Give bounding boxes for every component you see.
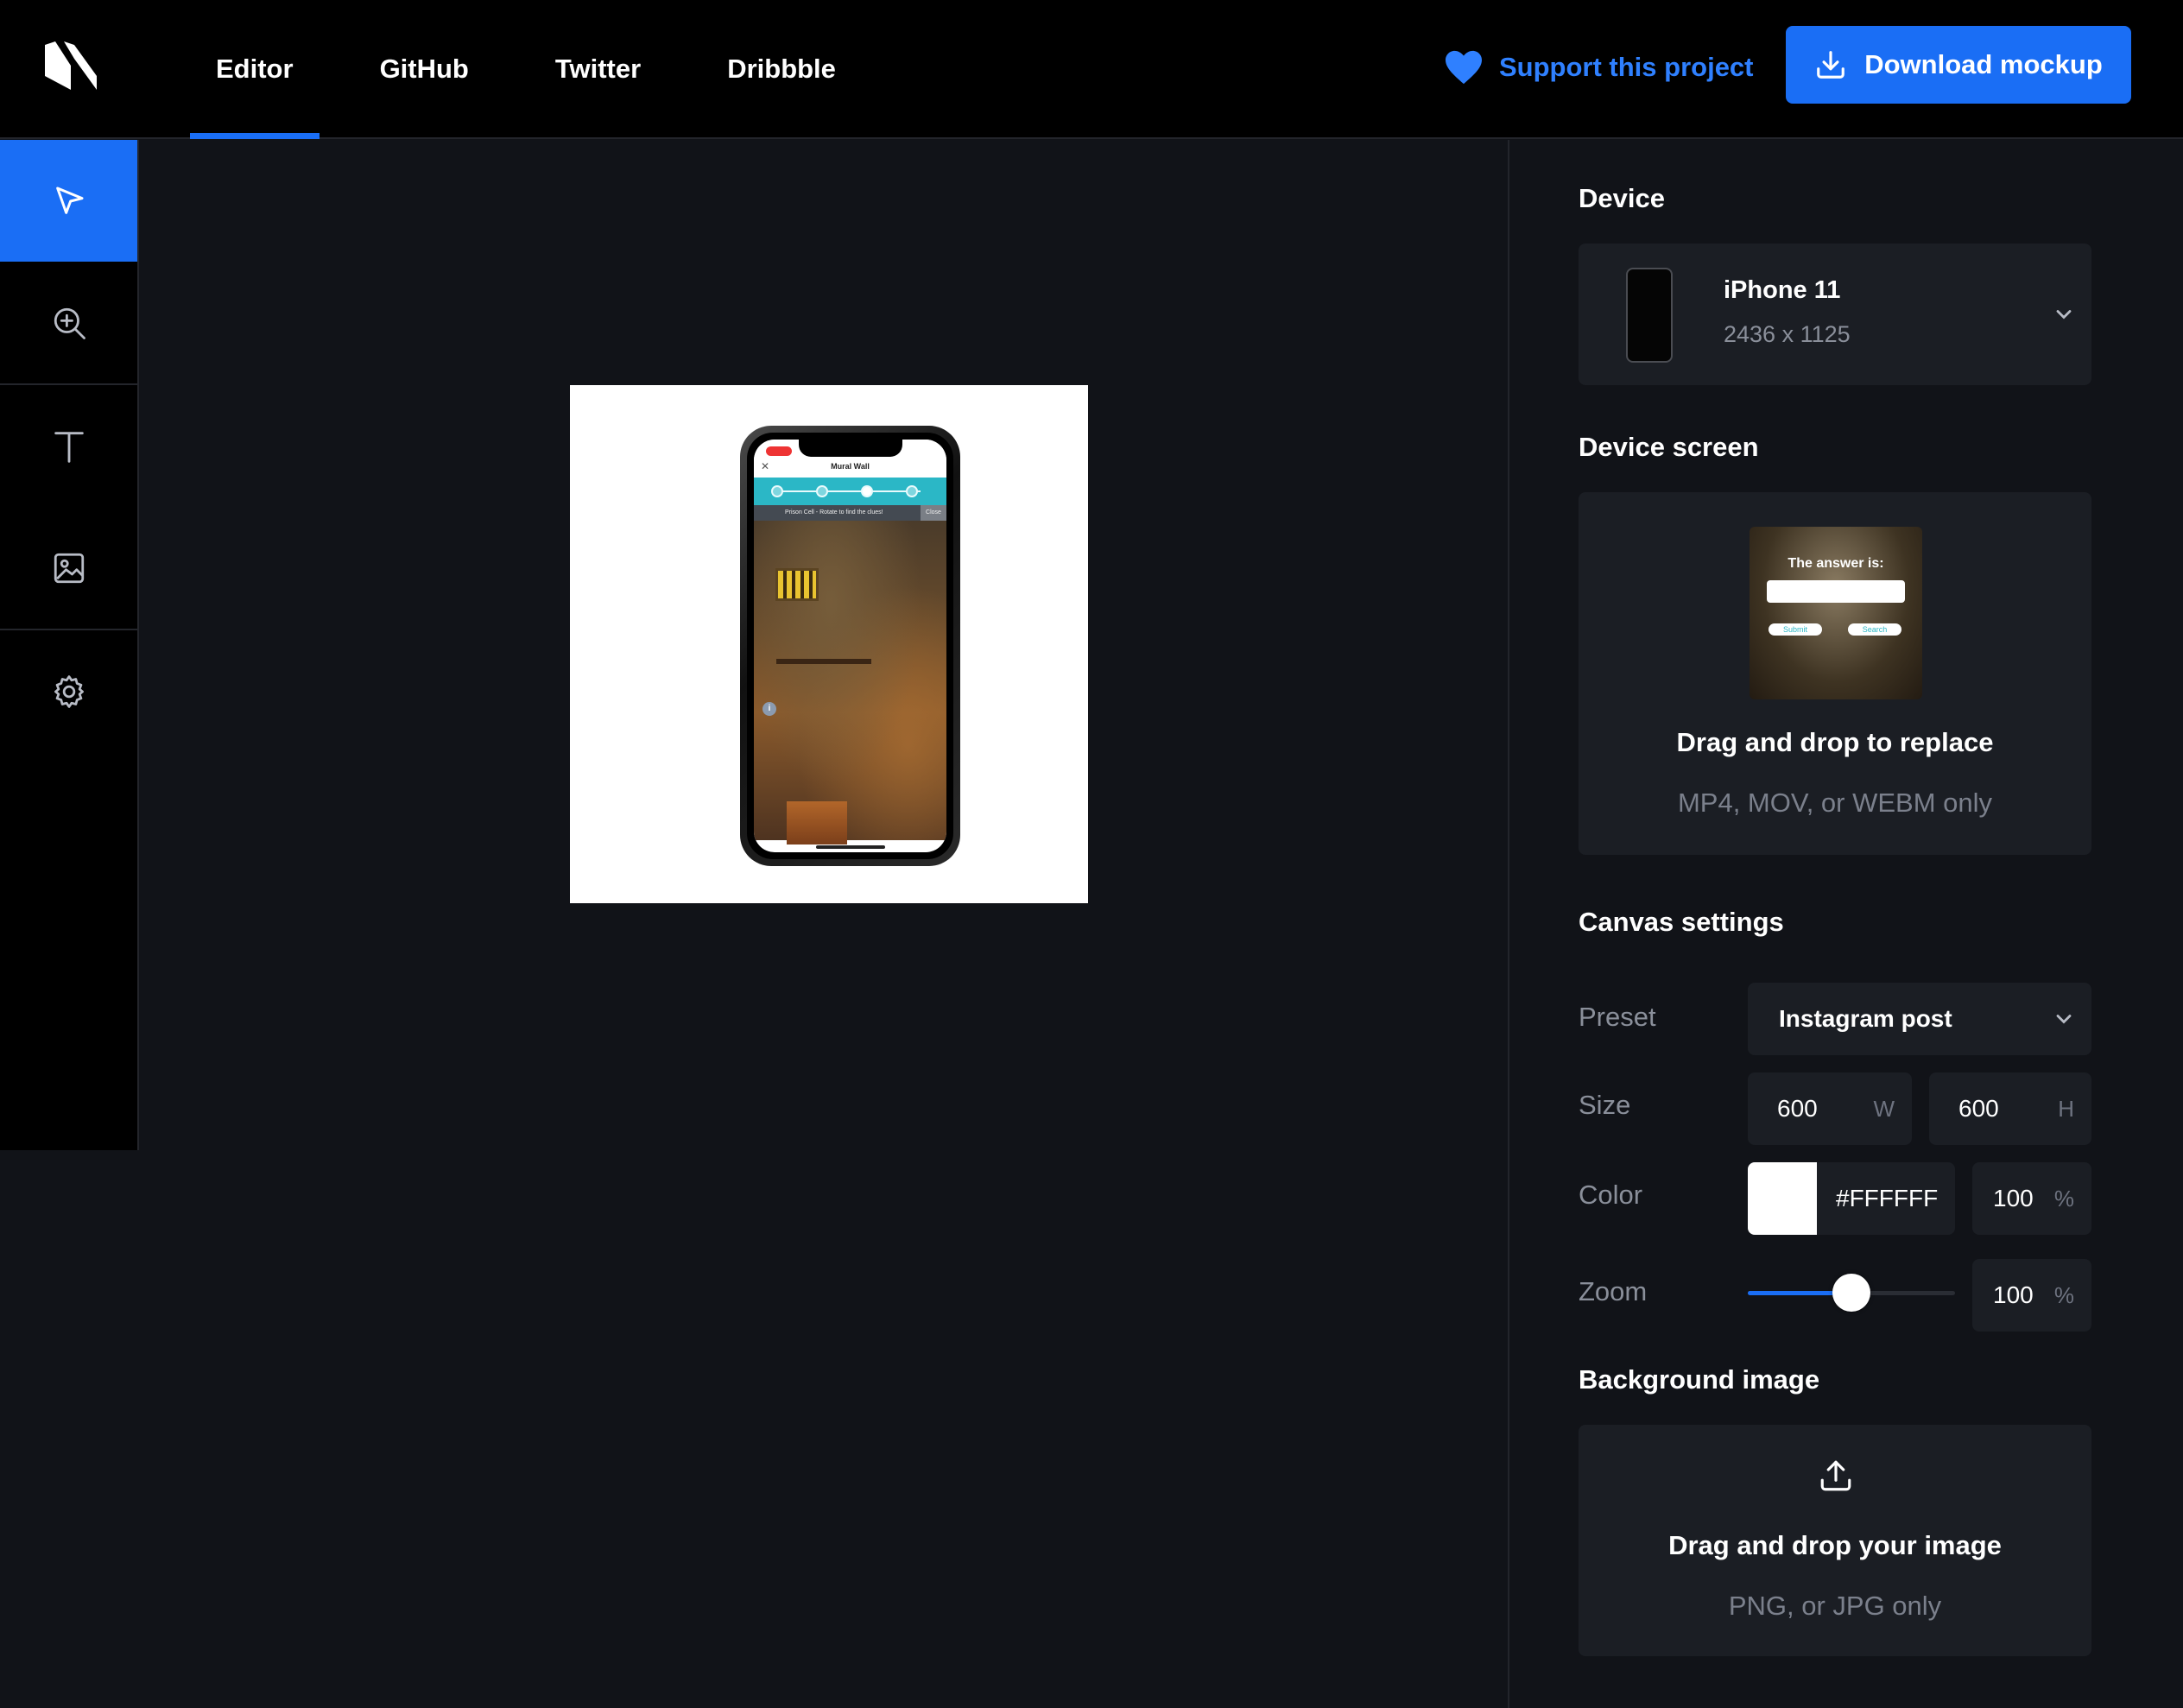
color-hex-input[interactable]: #FFFFFF [1748, 1162, 1955, 1235]
thumb-input [1767, 580, 1905, 603]
nav-twitter[interactable]: Twitter [529, 0, 667, 137]
mockup-canvas[interactable]: ✕ Mural Wall Prison Cell - Rotate to fin… [570, 385, 1088, 903]
step-dot [861, 485, 873, 497]
nav-github[interactable]: GitHub [354, 0, 495, 137]
color-opacity-value: 100 [1993, 1185, 2034, 1211]
width-value: 600 [1777, 1095, 1818, 1122]
cursor-arrow-icon [55, 187, 83, 214]
height-unit: H [2058, 1095, 2074, 1122]
zoom-tool-button[interactable] [0, 262, 137, 383]
step-dot [816, 485, 828, 497]
color-swatch[interactable] [1748, 1162, 1817, 1235]
text-tool-button[interactable] [0, 385, 137, 507]
hint-bar: Prison Cell - Rotate to find the clues! … [754, 505, 946, 521]
color-opacity-unit: % [2053, 1185, 2074, 1211]
download-mockup-button[interactable]: Download mockup [1786, 26, 2131, 104]
zoom-label: Zoom [1579, 1276, 1648, 1306]
hint-close-button: Close [921, 505, 946, 521]
screen-thumbnail: The answer is: Submit Search [1750, 527, 1922, 699]
phone-bezel: ✕ Mural Wall Prison Cell - Rotate to fin… [747, 433, 953, 859]
support-label: Support this project [1499, 52, 1754, 82]
size-label: Size [1579, 1090, 1631, 1120]
gear-icon [54, 674, 84, 708]
zoom-slider-thumb[interactable] [1832, 1274, 1870, 1312]
thumb-submit-button: Submit [1769, 623, 1822, 636]
canvas-settings-title: Canvas settings [1579, 907, 1784, 937]
width-input[interactable]: 600 W [1748, 1072, 1912, 1145]
top-bar: Editor GitHub Twitter Dribbble Support t… [0, 0, 2183, 139]
progress-steps [754, 478, 946, 505]
nav-dribbble[interactable]: Dribbble [701, 0, 862, 137]
height-value: 600 [1958, 1095, 1999, 1122]
chevron-down-icon [2056, 310, 2072, 319]
device-section-title: Device [1579, 183, 1665, 213]
prison-cell-scene: i [754, 521, 946, 845]
info-icon: i [762, 702, 776, 716]
screen-drop-title: Drag and drop to replace [1676, 727, 1994, 757]
device-thumbnail [1626, 268, 1673, 363]
image-icon [54, 553, 84, 583]
zoom-unit: % [2053, 1281, 2074, 1308]
screen-drop-subtitle: MP4, MOV, or WEBM only [1677, 788, 1993, 818]
chevron-down-icon [2056, 1015, 2072, 1024]
select-tool-button[interactable] [0, 140, 137, 262]
hint-text: Prison Cell - Rotate to find the clues! [785, 509, 883, 516]
height-input[interactable]: 600 H [1929, 1072, 2091, 1145]
color-hex-value: #FFFFFF [1836, 1185, 1939, 1211]
left-toolbar [0, 140, 139, 1150]
device-resolution: 2436 x 1125 [1724, 321, 1851, 347]
steps-line [780, 490, 921, 492]
main-nav: Editor GitHub Twitter Dribbble [190, 0, 896, 139]
preset-label: Preset [1579, 1002, 1656, 1032]
text-icon [54, 431, 84, 463]
background-drop-subtitle: PNG, or JPG only [1728, 1591, 1942, 1621]
device-selector[interactable]: iPhone 11 2436 x 1125 [1579, 244, 2091, 385]
step-dot [771, 485, 783, 497]
zoom-value: 100 [1993, 1281, 2034, 1308]
upload-icon [1820, 1460, 1851, 1491]
background-drop-title: Drag and drop your image [1668, 1530, 2002, 1560]
app-logo[interactable] [45, 41, 97, 90]
phone-notch [798, 440, 902, 457]
home-indicator [815, 845, 885, 849]
iphone-mockup[interactable]: ✕ Mural Wall Prison Cell - Rotate to fin… [740, 426, 960, 866]
settings-panel: Device iPhone 11 2436 x 1125 Device scre… [1508, 140, 2148, 1708]
device-screen-section-title: Device screen [1579, 432, 1759, 462]
phone-screen: ✕ Mural Wall Prison Cell - Rotate to fin… [754, 440, 946, 852]
status-time-pill [766, 446, 792, 456]
background-image-dropzone[interactable]: Drag and drop your image PNG, or JPG onl… [1579, 1425, 2091, 1656]
preset-select[interactable]: Instagram post [1748, 983, 2091, 1055]
color-opacity-input[interactable]: 100 % [1972, 1162, 2091, 1235]
download-label: Download mockup [1864, 49, 2103, 79]
thumb-search-button: Search [1848, 623, 1901, 636]
nav-editor[interactable]: Editor [190, 0, 320, 139]
settings-tool-button[interactable] [0, 630, 137, 752]
step-dot [906, 485, 918, 497]
device-name: iPhone 11 [1724, 276, 1841, 304]
download-icon [1817, 51, 1845, 79]
color-label: Color [1579, 1180, 1643, 1210]
width-unit: W [1873, 1095, 1895, 1122]
preset-value: Instagram post [1779, 1005, 1952, 1032]
app-title: Mural Wall [831, 462, 870, 471]
zoom-slider[interactable] [1748, 1274, 1955, 1312]
image-tool-button[interactable] [0, 507, 137, 629]
shelf [776, 659, 871, 664]
background-image-title: Background image [1579, 1364, 1820, 1395]
zoom-input[interactable]: 100 % [1972, 1259, 2091, 1332]
heart-icon [1446, 50, 1482, 85]
crate [787, 801, 847, 845]
support-link[interactable]: Support this project [1444, 43, 1754, 92]
zoom-in-icon [54, 307, 85, 339]
device-screen-dropzone[interactable]: The answer is: Submit Search Drag and dr… [1579, 492, 2091, 855]
barred-window [775, 568, 819, 601]
thumb-title: The answer is: [1788, 556, 1884, 571]
